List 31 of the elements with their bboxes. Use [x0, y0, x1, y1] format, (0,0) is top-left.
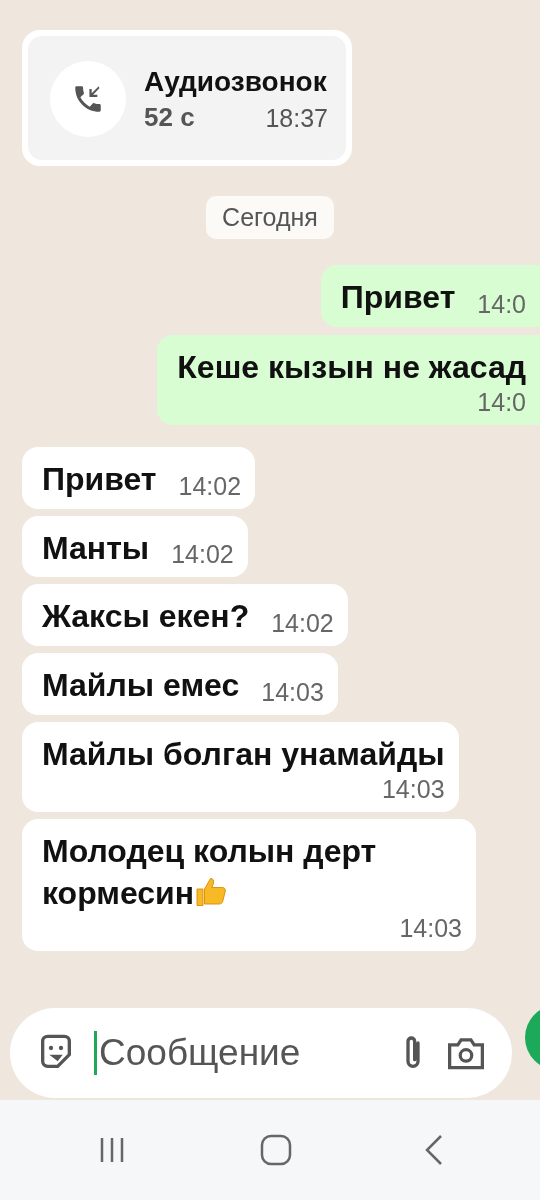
incoming-message[interactable]: Майлы болган унамайды 14:03 — [22, 721, 459, 813]
incoming-message[interactable]: Привет 14:02 — [22, 447, 256, 509]
message-text: Манты — [42, 528, 150, 568]
message-time: 18:37 — [265, 103, 328, 133]
incoming-message[interactable]: Молодец колын дерт кормесин 14:03 — [22, 819, 476, 952]
message-time: 14:02 — [271, 608, 334, 638]
message-field[interactable]: Сообщение — [10, 1007, 512, 1098]
message-text: Привет — [340, 278, 456, 317]
message-time: 14:03 — [261, 677, 324, 707]
message-time: 14:0 — [477, 289, 526, 319]
message-input[interactable]: Сообщение — [94, 1030, 380, 1075]
incoming-message[interactable]: Жаксы екен? 14:02 — [22, 584, 348, 646]
outgoing-message[interactable]: Кеше кызын не жасад 14:0 — [157, 334, 540, 426]
message-time: 14:0 — [477, 388, 526, 418]
message-text: Майлы емес — [42, 665, 240, 705]
message-time: 14:03 — [381, 775, 445, 805]
message-text: Кеше кызын не жасад — [177, 347, 526, 387]
incoming-message[interactable]: Майлы емес 14:03 — [22, 652, 338, 715]
call-title: Аудиозвонок — [144, 65, 328, 98]
date-chip: Сегодня — [206, 196, 334, 239]
outgoing-message[interactable]: Привет 14:0 — [320, 265, 540, 327]
incoming-message[interactable]: Манты 14:02 — [22, 515, 248, 578]
message-time: 14:02 — [171, 540, 234, 570]
message-text: Жаксы екен? — [42, 597, 250, 637]
message-time: 14:03 — [399, 914, 462, 944]
message-text: Привет — [42, 460, 157, 500]
call-duration: 52 с — [144, 101, 195, 133]
message-text: Молодец колын дерт кормесин — [42, 832, 378, 913]
message-time: 14:02 — [178, 471, 242, 501]
call-bubble[interactable]: Аудиозвонок 52 с 18:37 — [22, 30, 352, 166]
message-text: Майлы болган унамайды — [42, 734, 445, 774]
